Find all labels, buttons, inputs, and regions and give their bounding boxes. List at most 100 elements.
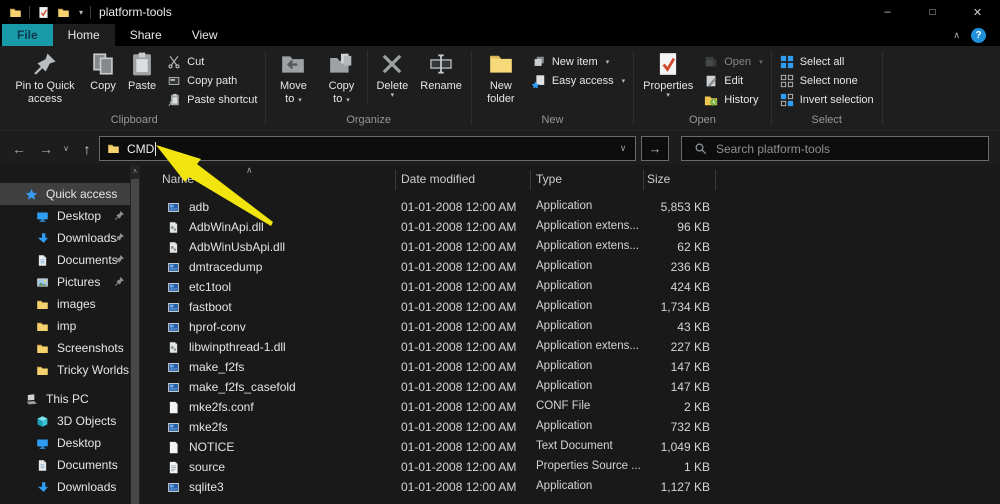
- sidebar-scrollbar[interactable]: ∧: [130, 165, 140, 504]
- sidebar-item-documents[interactable]: Documents: [0, 454, 130, 476]
- up-button[interactable]: ↑: [76, 138, 98, 159]
- file-row-adbwinusbapi-dll[interactable]: AdbWinUsbApi.dll 01-01-2008 12:00 AM Appli…: [150, 238, 1000, 258]
- minimize-button[interactable]: –: [865, 0, 910, 24]
- file-row-hprof-conv[interactable]: hprof-conv 01-01-2008 12:00 AM Application…: [150, 318, 1000, 338]
- search-input[interactable]: [716, 141, 966, 156]
- scrollbar-up-icon[interactable]: ∧: [130, 165, 140, 178]
- sidebar-item-tricky-worlds[interactable]: Tricky Worlds: [0, 359, 130, 381]
- search-box: [681, 136, 989, 161]
- qat-customize-caret-icon[interactable]: ▾: [79, 8, 83, 17]
- pin-to-quick-access-button[interactable]: Pin to Quick access: [6, 46, 84, 106]
- sidebar-item-screenshots[interactable]: Screenshots: [0, 337, 130, 359]
- pin-icon[interactable]: [114, 276, 125, 287]
- forward-button[interactable]: →: [35, 138, 57, 159]
- file-date-modified: 01-01-2008 12:00 AM: [401, 480, 517, 494]
- toolbar-separator: [90, 5, 92, 19]
- select-none-button[interactable]: Select none: [775, 71, 879, 90]
- pin-icon[interactable]: [114, 232, 125, 243]
- pin-icon[interactable]: [114, 254, 125, 265]
- sidebar-item-pictures[interactable]: Pictures: [0, 271, 130, 293]
- file-row-mke2fs-conf[interactable]: mke2fs.conf 01-01-2008 12:00 AM CONF File 2…: [150, 398, 1000, 418]
- file-row-source[interactable]: source 01-01-2008 12:00 AM Properties Sour…: [150, 458, 1000, 478]
- delete-button[interactable]: Delete ▾: [370, 46, 414, 99]
- address-input[interactable]: CMD: [99, 136, 612, 161]
- select-all-button[interactable]: Select all: [775, 52, 879, 71]
- file-row-make-f2fs[interactable]: make_f2fs 01-01-2008 12:00 AM Application 1…: [150, 358, 1000, 378]
- sidebar-item-desktop[interactable]: Desktop: [0, 432, 130, 454]
- cut-button[interactable]: Cut: [162, 52, 262, 71]
- move-to-button[interactable]: Move to ▾: [269, 46, 317, 106]
- rename-button[interactable]: Rename: [414, 46, 468, 93]
- tab-home[interactable]: Home: [52, 24, 115, 46]
- ribbon-group-label: New: [541, 114, 564, 126]
- scrollbar-thumb[interactable]: [131, 179, 139, 504]
- copy-path-button[interactable]: Copy path: [162, 71, 262, 90]
- file-size: 236 KB: [670, 260, 710, 274]
- address-dropdown-button[interactable]: ∨: [611, 136, 636, 161]
- file-row-mke2fs[interactable]: mke2fs 01-01-2008 12:00 AM Application 732 …: [150, 418, 1000, 438]
- sidebar-item-desktop[interactable]: Desktop: [0, 205, 130, 227]
- paste-shortcut-button[interactable]: Paste shortcut: [162, 90, 262, 109]
- edit-button[interactable]: Edit: [699, 71, 767, 90]
- file-date-modified: 01-01-2008 12:00 AM: [401, 200, 517, 214]
- back-button[interactable]: ←: [8, 138, 30, 159]
- file-row-adb[interactable]: adb 01-01-2008 12:00 AM Application 5,853 K…: [150, 198, 1000, 218]
- ribbon-group-label: Open: [688, 114, 716, 126]
- sidebar-item-quick-access[interactable]: Quick access: [0, 183, 130, 205]
- file-row-etc1tool[interactable]: etc1tool 01-01-2008 12:00 AM Application 42…: [150, 278, 1000, 298]
- window-controls: – □ ✕: [865, 0, 1000, 24]
- new-item-icon: [532, 55, 546, 69]
- sidebar-item-label: Pictures: [57, 275, 101, 289]
- invert-selection-button[interactable]: Invert selection: [775, 90, 879, 109]
- history-button[interactable]: History: [699, 90, 767, 109]
- window-title: platform-tools: [99, 5, 172, 19]
- rename-icon: [428, 51, 454, 77]
- pin-icon[interactable]: [114, 210, 125, 221]
- column-header-name[interactable]: Name: [162, 172, 194, 186]
- collapse-ribbon-icon[interactable]: ∧: [953, 30, 960, 41]
- column-header-size[interactable]: Size: [647, 172, 670, 186]
- tab-share[interactable]: Share: [115, 24, 177, 46]
- column-header-type[interactable]: Type: [536, 172, 562, 186]
- file-row-fastboot[interactable]: fastboot 01-01-2008 12:00 AM Application 1,…: [150, 298, 1000, 318]
- file-row-adbwinapi-dll[interactable]: AdbWinApi.dll 01-01-2008 12:00 AM Applicat…: [150, 218, 1000, 238]
- go-button[interactable]: →: [641, 136, 669, 161]
- dropdown-caret-icon: ▾: [344, 97, 350, 105]
- maximize-button[interactable]: □: [910, 0, 955, 24]
- sidebar-item-label: Documents: [57, 253, 118, 267]
- sidebar-item-images[interactable]: images: [0, 293, 130, 315]
- tab-view[interactable]: View: [177, 24, 233, 46]
- help-icon[interactable]: ?: [971, 27, 986, 43]
- sidebar-item-documents[interactable]: Documents: [0, 249, 130, 271]
- file-name: sqlite3: [189, 480, 224, 494]
- properties-button[interactable]: Properties ▾: [637, 46, 699, 99]
- qat-properties-icon[interactable]: [37, 6, 50, 19]
- button-label: New folder: [487, 80, 515, 106]
- sidebar-item-imp[interactable]: imp: [0, 315, 130, 337]
- column-header-date-modified[interactable]: Date modified: [401, 172, 475, 186]
- paste-button[interactable]: Paste: [122, 46, 162, 93]
- button-label: Copy to ▾: [328, 80, 355, 106]
- open-button[interactable]: Open ▾: [699, 52, 767, 71]
- dropdown-caret-icon: ▾: [296, 97, 302, 105]
- sidebar-item-downloads[interactable]: Downloads: [0, 476, 130, 498]
- new-item-button[interactable]: New item ▾: [527, 52, 630, 71]
- sort-ascending-icon: ∧: [246, 165, 253, 175]
- file-row-make-f2fs-casefold[interactable]: make_f2fs_casefold 01-01-2008 12:00 AM App…: [150, 378, 1000, 398]
- file-row-libwinpthread-1-dll[interactable]: libwinpthread-1.dll 01-01-2008 12:00 AM Ap…: [150, 338, 1000, 358]
- qat-new-folder-icon[interactable]: [57, 6, 70, 19]
- copy-button[interactable]: Copy: [84, 46, 122, 93]
- file-row-dmtracedump[interactable]: dmtracedump 01-01-2008 12:00 AM Applicatio…: [150, 258, 1000, 278]
- page-icon: [167, 441, 180, 454]
- tab-file[interactable]: File: [2, 24, 53, 46]
- easy-access-button[interactable]: Easy access ▾: [527, 71, 630, 90]
- sidebar-item-downloads[interactable]: Downloads: [0, 227, 130, 249]
- copy-to-button[interactable]: Copy to ▾: [317, 46, 365, 106]
- recent-locations-chevron-icon[interactable]: ∨: [59, 138, 73, 159]
- file-row-notice[interactable]: NOTICE 01-01-2008 12:00 AM Text Document 1,…: [150, 438, 1000, 458]
- new-folder-button[interactable]: New folder: [475, 46, 527, 106]
- close-button[interactable]: ✕: [955, 0, 1000, 24]
- sidebar-item-3d-objects[interactable]: 3D Objects: [0, 410, 130, 432]
- sidebar-item-this-pc[interactable]: This PC: [0, 388, 130, 410]
- file-row-sqlite3[interactable]: sqlite3 01-01-2008 12:00 AM Application 1,1…: [150, 478, 1000, 498]
